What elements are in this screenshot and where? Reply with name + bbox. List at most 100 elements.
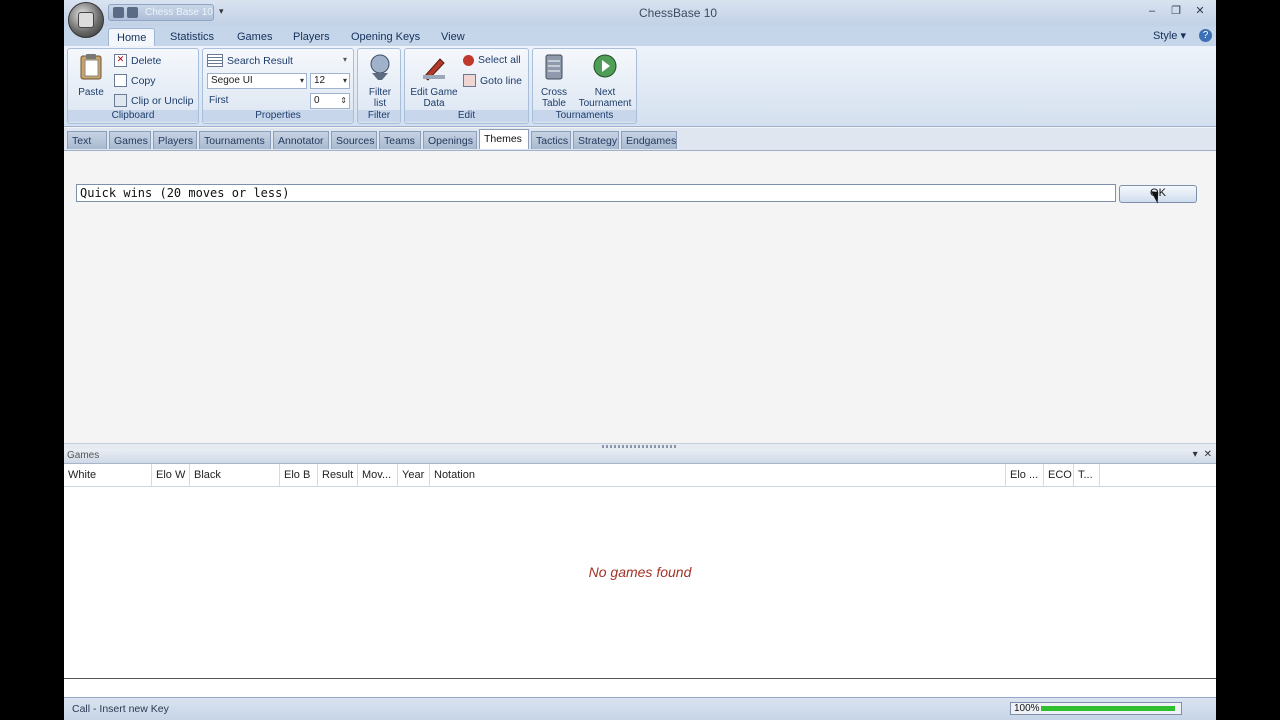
tab-statistics[interactable]: Statistics [162, 28, 222, 46]
column-elo-avg[interactable]: Elo ... [1006, 464, 1044, 486]
help-icon[interactable]: ? [1199, 29, 1212, 42]
pane-dropdown-icon[interactable]: ▾ [1193, 449, 1198, 460]
goto-line-button[interactable]: Goto line [463, 74, 522, 87]
next-tournament-label-2: Tournament [578, 98, 632, 109]
column-white[interactable]: White [64, 464, 152, 486]
subtab-sources[interactable]: Sources [331, 131, 377, 149]
clip-or-unclip-button[interactable]: Clip or Unclip [114, 94, 193, 107]
tab-players[interactable]: Players [285, 28, 338, 46]
first-stepper[interactable]: 0 ⇕ [310, 93, 350, 109]
qat-dropdown-icon[interactable]: ▾ [219, 6, 224, 17]
status-bar: Call - Insert new Key 100% [64, 697, 1216, 720]
column-moves[interactable]: Mov... [358, 464, 398, 486]
search-category-tabs: Text Games Players Tournaments Annotator… [64, 128, 1216, 151]
filter-list-button[interactable]: Filter list [360, 53, 400, 109]
pane-close-icon[interactable]: ✕ [1204, 449, 1212, 460]
column-eco[interactable]: ECO [1044, 464, 1074, 486]
window-controls: – ❐ ✕ [1142, 3, 1210, 19]
delete-label: Delete [131, 54, 162, 67]
tab-home[interactable]: Home [108, 28, 156, 47]
chessbase-window: Chess Base 10 ▾ ChessBase 10 – ❐ ✕ Home … [64, 0, 1216, 720]
tournaments-group-label: Tournaments [533, 110, 636, 122]
copy-label: Copy [131, 74, 156, 87]
search-result-selector[interactable]: Search Result [207, 54, 293, 67]
minimize-icon[interactable]: – [1142, 3, 1162, 19]
search-result-dropdown-icon[interactable]: ▾ [343, 55, 347, 64]
select-all-label: Select all [478, 54, 521, 66]
first-value: 0 [314, 95, 320, 106]
cross-table-button[interactable]: Cross Table [535, 53, 573, 109]
theme-search-panel: Quick wins (20 moves or less) OK [64, 151, 1216, 443]
subtab-openings[interactable]: Openings [423, 131, 477, 149]
column-notation[interactable]: Notation [430, 464, 1006, 486]
undo-icon[interactable] [127, 7, 138, 18]
status-text: Call - Insert new Key [72, 703, 169, 715]
goto-line-icon [463, 74, 476, 87]
list-icon [207, 54, 223, 67]
subtab-tournaments[interactable]: Tournaments [199, 131, 271, 149]
column-elo-b[interactable]: Elo B [280, 464, 318, 486]
close-icon[interactable]: ✕ [1190, 3, 1210, 19]
splitter-grip[interactable] [602, 445, 676, 448]
window-title: ChessBase 10 [639, 6, 718, 20]
font-size-select[interactable]: 12 ▾ [310, 73, 350, 89]
edit-game-data-button[interactable]: Edit Game Data [407, 53, 461, 109]
subtab-strategy[interactable]: Strategy [573, 131, 619, 149]
tab-games[interactable]: Games [229, 28, 280, 46]
subtab-games[interactable]: Games [109, 131, 151, 149]
edit-game-data-label-2: Data [423, 98, 445, 109]
select-all-button[interactable]: Select all [463, 54, 521, 66]
filter-group: Filter list Filter [357, 48, 401, 124]
font-name-select[interactable]: Segoe UI ▾ [207, 73, 307, 89]
subtab-endgames[interactable]: Endgames [621, 131, 677, 149]
tab-view[interactable]: View [433, 28, 473, 46]
edit-group-label: Edit [405, 110, 528, 122]
style-menu[interactable]: Style ▾ [1153, 29, 1186, 42]
tournaments-group: Cross Table Next Tournament Tournaments [532, 48, 637, 124]
title-bar: Chess Base 10 ▾ ChessBase 10 – ❐ ✕ [64, 0, 1216, 27]
subtab-annotator[interactable]: Annotator [273, 131, 329, 149]
clipboard-icon [80, 54, 102, 80]
style-menu-label: Style [1152, 30, 1178, 42]
clip-icon [114, 94, 127, 107]
column-year[interactable]: Year [398, 464, 430, 486]
delete-icon: ✕ [114, 54, 127, 67]
subtab-themes[interactable]: Themes [479, 129, 529, 149]
subtab-teams[interactable]: Teams [379, 131, 421, 149]
games-list-header: White Elo W Black Elo B Result Mov... Ye… [64, 464, 1216, 487]
search-result-label: Search Result [227, 54, 293, 67]
delete-button[interactable]: ✕ Delete [114, 54, 161, 67]
filter-list-label-1: Filter [368, 87, 392, 98]
goto-line-label: Goto line [480, 74, 523, 87]
copy-button[interactable]: Copy [114, 74, 156, 87]
theme-query-input[interactable]: Quick wins (20 moves or less) [76, 184, 1116, 202]
copy-icon [114, 74, 127, 87]
tab-opening-keys[interactable]: Opening Keys [343, 28, 428, 46]
column-t[interactable]: T... [1074, 464, 1100, 486]
edit-game-data-label-1: Edit Game [410, 87, 458, 98]
cross-table-icon [545, 54, 563, 80]
quick-access-toolbar: Chess Base 10 [108, 4, 214, 21]
save-icon[interactable] [113, 7, 124, 18]
application-orb-button[interactable] [68, 2, 104, 38]
column-black[interactable]: Black [190, 464, 280, 486]
column-result[interactable]: Result [318, 464, 358, 486]
restore-icon[interactable]: ❐ [1166, 3, 1186, 19]
column-elo-w[interactable]: Elo W [152, 464, 190, 486]
subtab-tactics[interactable]: Tactics [531, 131, 571, 149]
qat-label: Chess Base 10 [145, 7, 213, 18]
games-pane-title: Games [67, 450, 100, 461]
first-label: First [209, 95, 229, 106]
filter-funnel-icon [370, 54, 390, 80]
filter-group-label: Filter [358, 110, 400, 122]
clipboard-group-label: Clipboard [68, 110, 198, 122]
next-tournament-label-1: Next [594, 87, 616, 98]
pane-buttons: ▾ ✕ [1193, 449, 1212, 460]
progress-bar: 100% [1010, 702, 1182, 715]
subtab-players[interactable]: Players [153, 131, 197, 149]
subtab-text[interactable]: Text [67, 131, 107, 149]
ribbon-tab-bar: Home Statistics Games Players Opening Ke… [64, 26, 1216, 47]
chevron-down-icon: ▾ [299, 76, 304, 85]
paste-button[interactable]: Paste [74, 53, 108, 98]
next-tournament-button[interactable]: Next Tournament [575, 53, 635, 109]
